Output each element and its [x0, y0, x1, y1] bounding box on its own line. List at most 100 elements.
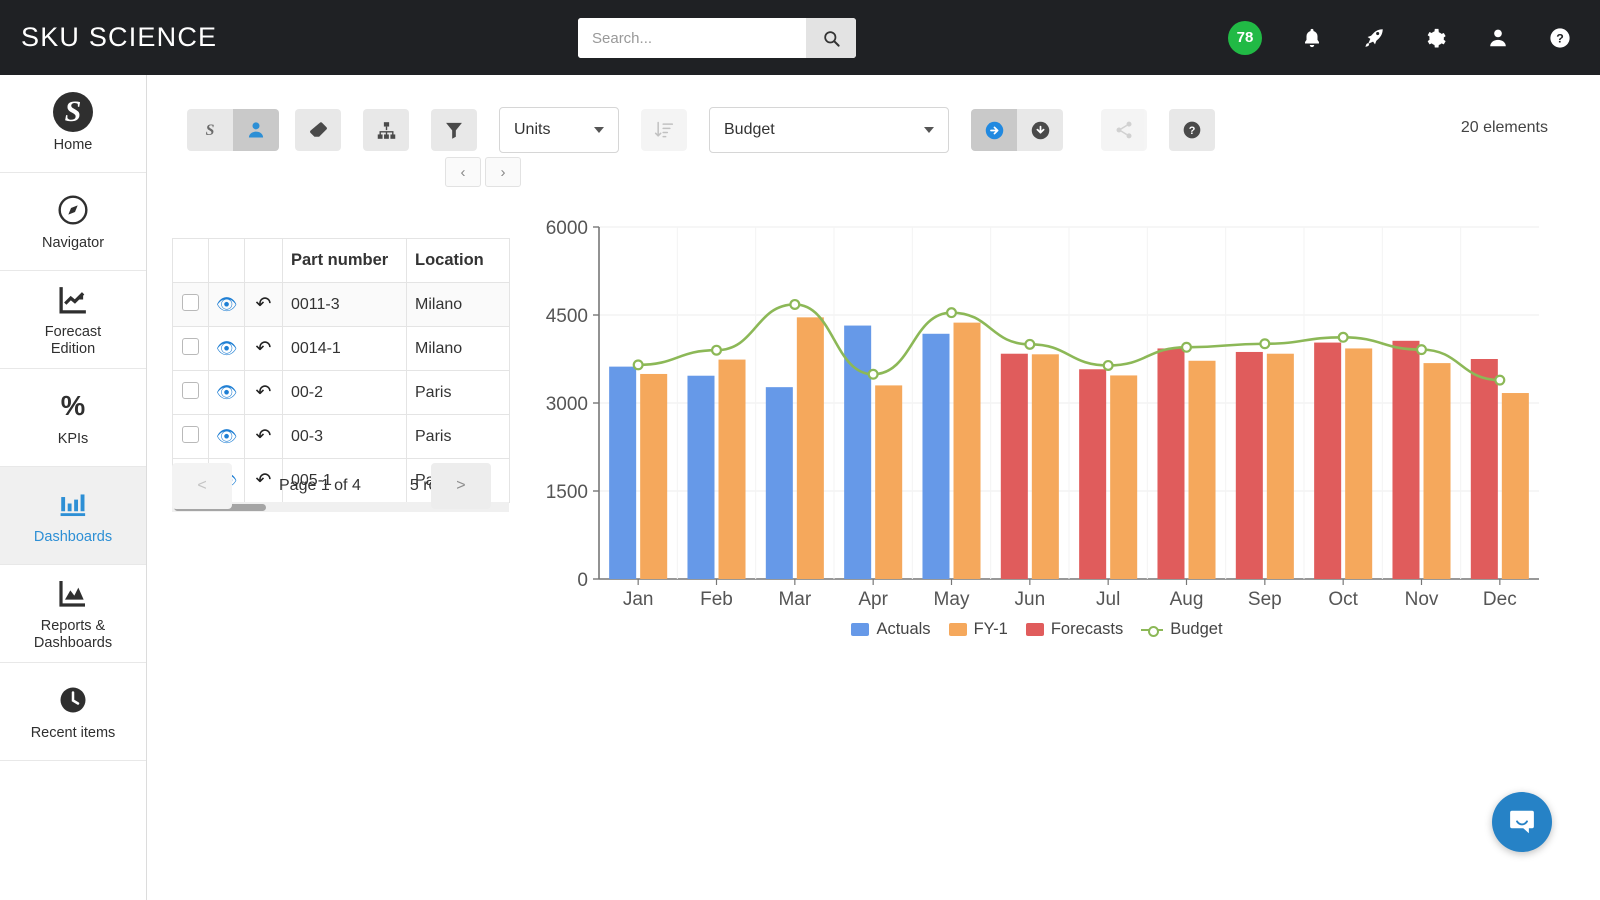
- sort-descending-icon: [654, 120, 674, 140]
- toolbar: S Units: [187, 107, 1237, 153]
- chevron-down-icon: [594, 127, 604, 133]
- row-checkbox-cell[interactable]: [173, 327, 209, 371]
- unit-select[interactable]: Units: [499, 107, 619, 153]
- cell-location: Milano: [407, 283, 510, 327]
- row-checkbox[interactable]: [182, 426, 199, 443]
- sidebar-item-kpis[interactable]: % KPIs: [0, 369, 146, 467]
- cell-part-number: 00-2: [283, 371, 407, 415]
- sidebar-item-dashboards[interactable]: Dashboards: [0, 467, 146, 565]
- table-row[interactable]: 👁 ↶ 00-2 Paris: [173, 371, 510, 415]
- row-checkbox-cell[interactable]: [173, 283, 209, 327]
- svg-text:?: ?: [1556, 31, 1564, 45]
- eye-icon[interactable]: 👁: [216, 427, 238, 446]
- person-toggle-button[interactable]: [233, 109, 279, 151]
- table-next-page-button[interactable]: >: [431, 463, 491, 509]
- arrow-right-circle-icon: [984, 120, 1005, 141]
- col-part-number: Part number: [283, 239, 407, 283]
- legend-item-forecasts[interactable]: Forecasts: [1026, 620, 1123, 639]
- brand-logo[interactable]: SKU SCIENCE: [21, 22, 217, 53]
- table-prev-page-button[interactable]: <: [172, 463, 232, 509]
- legend-item-fy1[interactable]: FY-1: [949, 620, 1008, 639]
- sidebar-item-recent-items[interactable]: Recent items: [0, 663, 146, 761]
- measure-select[interactable]: Budget: [709, 107, 949, 153]
- sidebar-item-home[interactable]: S Home: [0, 75, 146, 173]
- undo-icon[interactable]: ↶: [256, 294, 272, 315]
- notification-count-badge[interactable]: 78: [1228, 21, 1262, 55]
- svg-text:0: 0: [577, 570, 588, 591]
- sidebar: S Home Navigator ForecastEdition % KPIs: [0, 75, 147, 900]
- sidebar-item-navigator[interactable]: Navigator: [0, 173, 146, 271]
- row-checkbox-cell[interactable]: [173, 415, 209, 459]
- svg-text:May: May: [934, 589, 970, 610]
- measure-select-value: Budget: [724, 121, 775, 139]
- trend-chart-icon: [57, 281, 90, 317]
- row-view-cell[interactable]: 👁: [209, 415, 245, 459]
- table-row[interactable]: 👁 ↶ 0014-1 Milano: [173, 327, 510, 371]
- sidebar-item-forecast-edition[interactable]: ForecastEdition: [0, 271, 146, 369]
- legend-item-budget[interactable]: Budget: [1141, 620, 1222, 639]
- sort-button[interactable]: [641, 109, 687, 151]
- row-reset-cell[interactable]: ↶: [245, 371, 283, 415]
- logo-toggle-button[interactable]: S: [187, 109, 233, 151]
- row-view-cell[interactable]: 👁: [209, 327, 245, 371]
- compass-icon: [57, 192, 89, 228]
- chat-widget-button[interactable]: [1492, 792, 1552, 852]
- legend-item-actuals[interactable]: Actuals: [851, 620, 930, 639]
- undo-icon[interactable]: ↶: [256, 382, 272, 403]
- cell-location: Paris: [407, 371, 510, 415]
- chart-legend: Actuals FY-1 Forecasts Budget: [527, 620, 1547, 639]
- row-checkbox[interactable]: [182, 382, 199, 399]
- chart-prev-button[interactable]: ‹: [445, 157, 481, 187]
- chart-next-button[interactable]: ›: [485, 157, 521, 187]
- download-toggle-button[interactable]: [1017, 109, 1063, 151]
- eye-icon[interactable]: 👁: [216, 383, 238, 402]
- rocket-icon[interactable]: [1362, 26, 1386, 50]
- table-row[interactable]: 👁 ↶ 0011-3 Milano: [173, 283, 510, 327]
- row-view-cell[interactable]: 👁: [209, 371, 245, 415]
- help-icon[interactable]: ?: [1548, 26, 1572, 50]
- help-button[interactable]: ?: [1169, 109, 1215, 151]
- undo-icon[interactable]: ↶: [256, 426, 272, 447]
- svg-text:4500: 4500: [546, 306, 588, 327]
- legend-label: Budget: [1170, 620, 1222, 639]
- forward-toggle-button[interactable]: [971, 109, 1017, 151]
- user-icon[interactable]: [1486, 26, 1510, 50]
- eye-icon[interactable]: 👁: [216, 295, 238, 314]
- elements-count: 20 elements: [1461, 119, 1548, 137]
- hierarchy-button[interactable]: [363, 109, 409, 151]
- share-button[interactable]: [1101, 109, 1147, 151]
- row-checkbox-cell[interactable]: [173, 371, 209, 415]
- undo-icon[interactable]: ↶: [256, 338, 272, 359]
- row-reset-cell[interactable]: ↶: [245, 415, 283, 459]
- search-button[interactable]: [806, 18, 856, 58]
- search-box[interactable]: [578, 18, 856, 58]
- row-checkbox[interactable]: [182, 294, 199, 311]
- sidebar-item-label: KPIs: [58, 431, 89, 448]
- cell-part-number: 00-3: [283, 415, 407, 459]
- col-location: Location: [407, 239, 510, 283]
- table-row[interactable]: 👁 ↶ 00-3 Paris: [173, 415, 510, 459]
- sidebar-item-label: Dashboards: [34, 529, 112, 546]
- svg-text:Oct: Oct: [1328, 589, 1358, 610]
- svg-text:?: ?: [1189, 125, 1196, 137]
- row-checkbox[interactable]: [182, 338, 199, 355]
- legend-swatch-fy1: [949, 623, 967, 636]
- gear-icon[interactable]: [1424, 26, 1448, 50]
- filter-button[interactable]: [431, 109, 477, 151]
- eye-icon[interactable]: 👁: [216, 339, 238, 358]
- eraser-button[interactable]: [295, 109, 341, 151]
- svg-text:Apr: Apr: [858, 589, 888, 610]
- sidebar-item-label: Home: [54, 137, 93, 154]
- bell-icon[interactable]: [1300, 26, 1324, 50]
- page-info: Page 1 of 4: [279, 477, 361, 495]
- cell-location: Milano: [407, 327, 510, 371]
- share-icon: [1114, 120, 1134, 140]
- funnel-icon: [444, 120, 464, 140]
- search-input[interactable]: [578, 18, 806, 58]
- row-reset-cell[interactable]: ↶: [245, 327, 283, 371]
- row-reset-cell[interactable]: ↶: [245, 283, 283, 327]
- legend-swatch-actuals: [851, 623, 869, 636]
- row-view-cell[interactable]: 👁: [209, 283, 245, 327]
- sidebar-item-reports-dashboards[interactable]: Reports &Dashboards: [0, 565, 146, 663]
- svg-text:Mar: Mar: [778, 589, 811, 610]
